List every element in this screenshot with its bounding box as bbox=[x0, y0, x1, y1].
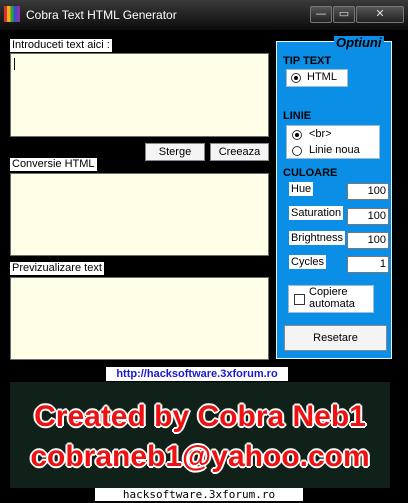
html-radio[interactable] bbox=[291, 73, 301, 83]
brightness-input[interactable]: 100 bbox=[347, 232, 389, 249]
window-title: Cobra Text HTML Generator bbox=[26, 8, 177, 22]
title-bar[interactable]: Cobra Text HTML Generator — ▭ ✕ bbox=[0, 0, 408, 31]
saturation-label: Saturation bbox=[289, 206, 344, 220]
input-label: Introduceti text aici : bbox=[10, 39, 112, 52]
cycles-label: Cycles bbox=[289, 255, 327, 269]
close-button[interactable]: ✕ bbox=[356, 6, 404, 23]
tip-text-group: HTML bbox=[286, 69, 348, 87]
create-button[interactable]: Creeaza bbox=[210, 143, 269, 161]
auto-copy-group: Copiere automata bbox=[288, 285, 374, 313]
culoare-title: CULOARE bbox=[283, 167, 338, 179]
banner-line2: cobraneb1@yahoo.com bbox=[30, 440, 370, 473]
conversion-textbox[interactable] bbox=[10, 173, 269, 256]
br-radio-label: <br> bbox=[309, 128, 332, 140]
auto-copy-label-line2: automata bbox=[309, 298, 355, 310]
conversion-label: Conversie HTML bbox=[10, 158, 97, 171]
cycles-input[interactable]: 1 bbox=[347, 256, 389, 273]
br-radio[interactable] bbox=[292, 130, 302, 140]
app-window: Cobra Text HTML Generator — ▭ ✕ Introduc… bbox=[0, 0, 408, 503]
input-textbox[interactable] bbox=[10, 53, 269, 137]
preview-label: Previzualizare text bbox=[10, 262, 104, 275]
author-banner: Created by Cobra Neb1 cobraneb1@yahoo.co… bbox=[10, 382, 390, 488]
linie-noua-radio-label: Linie noua bbox=[309, 144, 360, 156]
hue-input[interactable]: 100 bbox=[347, 183, 389, 200]
linie-group: <br> Linie noua bbox=[286, 125, 380, 159]
maximize-button[interactable]: ▭ bbox=[333, 6, 355, 23]
linie-title: LINIE bbox=[283, 110, 312, 122]
app-icon bbox=[4, 6, 20, 22]
brightness-label: Brightness bbox=[289, 231, 345, 245]
text-cursor bbox=[14, 58, 15, 70]
banner-line1: Created by Cobra Neb1 bbox=[34, 400, 366, 433]
footer-text: hacksoftware.3xforum.ro bbox=[95, 488, 303, 501]
tip-text-title: TIP TEXT bbox=[283, 55, 332, 67]
auto-copy-label-line1: Copiere bbox=[309, 286, 348, 298]
forum-link[interactable]: http://hacksoftware.3xforum.ro bbox=[106, 367, 288, 381]
clear-button[interactable]: Sterge bbox=[145, 143, 205, 161]
auto-copy-checkbox[interactable] bbox=[294, 294, 305, 305]
linie-noua-radio[interactable] bbox=[292, 146, 302, 156]
html-radio-label: HTML bbox=[307, 71, 337, 83]
preview-box[interactable] bbox=[10, 277, 269, 360]
reset-button[interactable]: Resetare bbox=[284, 325, 387, 351]
hue-label: Hue bbox=[289, 182, 314, 196]
options-title: Optiuni bbox=[334, 35, 384, 50]
minimize-button[interactable]: — bbox=[310, 6, 332, 23]
saturation-input[interactable]: 100 bbox=[347, 208, 389, 225]
